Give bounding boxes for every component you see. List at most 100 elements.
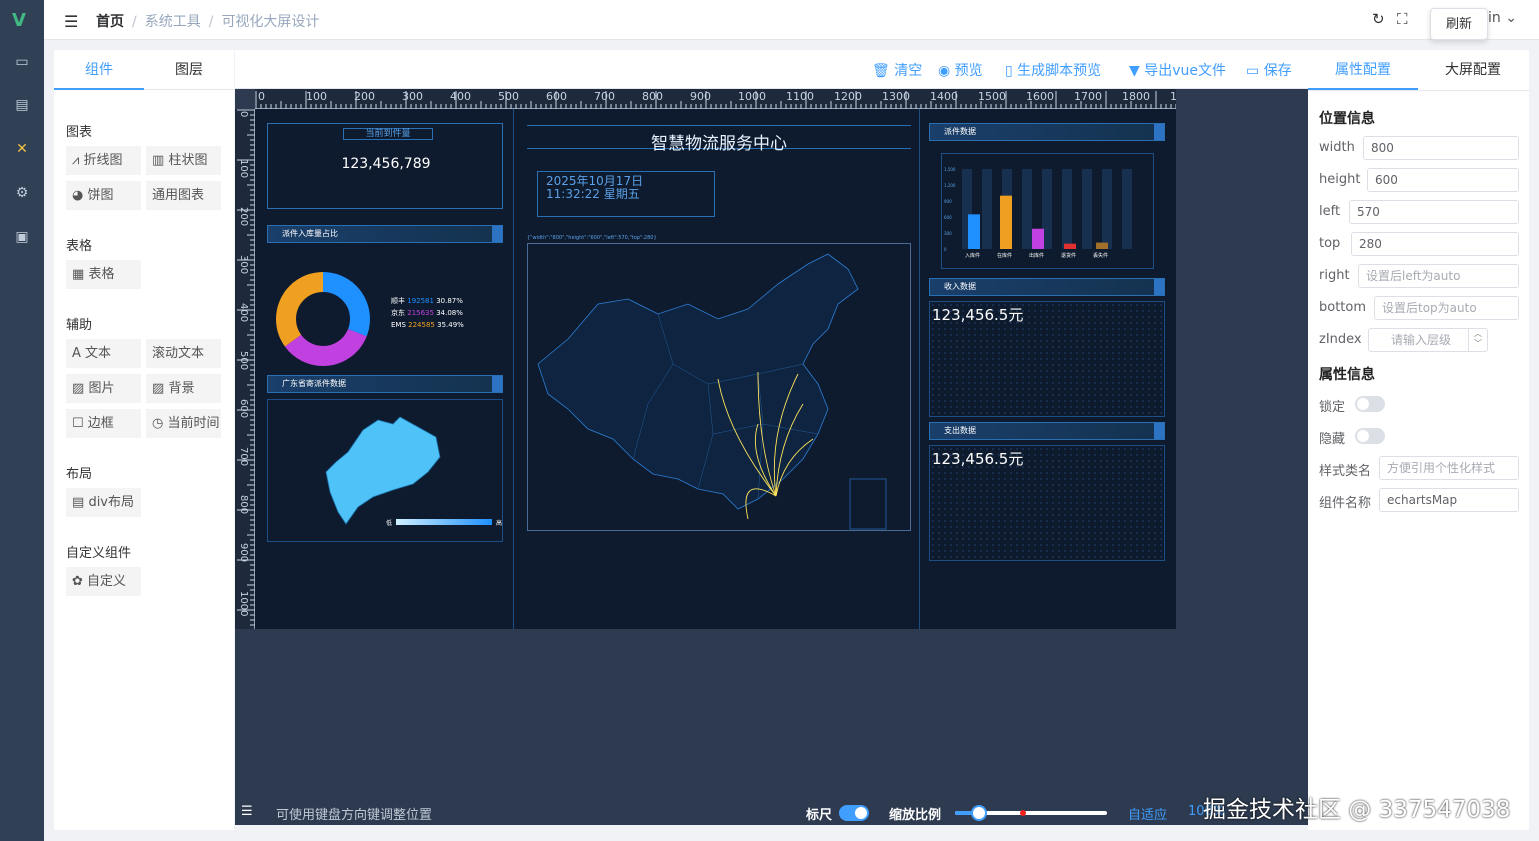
zoom-slider-stop: [1020, 810, 1026, 816]
expense-panel[interactable]: 123,456.5元: [929, 445, 1165, 561]
tab-screen-config[interactable]: 大屏配置: [1418, 50, 1528, 90]
auto-fit-button[interactable]: 自适应: [1128, 804, 1167, 823]
legend-value: 215635: [407, 309, 434, 317]
ruler-x-label: 1100: [786, 90, 814, 103]
item-label: 通用图表: [152, 188, 205, 203]
lock-switch[interactable]: [1355, 396, 1385, 412]
toolbox-icon[interactable]: ▣: [0, 225, 44, 249]
component-current-time[interactable]: ◷ 当前时间: [146, 409, 221, 438]
bottom-input[interactable]: 设置后top为auto: [1374, 296, 1519, 320]
component-border[interactable]: ☐ 边框: [66, 409, 141, 438]
expense-panel-title: 支出数据: [929, 422, 1165, 440]
vertical-ruler[interactable]: 0 100 200 300 400 500 600 700 800 900 1000: [235, 109, 255, 629]
zindex-stepper[interactable]: ︿ ﹀: [1468, 329, 1487, 351]
component-text[interactable]: A 文本: [66, 339, 141, 368]
class-name-input[interactable]: 方便引用个性化样式: [1379, 456, 1519, 480]
hide-switch[interactable]: [1355, 428, 1385, 444]
width-input[interactable]: 800: [1363, 136, 1519, 160]
field-label-top: top: [1319, 236, 1341, 251]
component-div-layout[interactable]: ▤ div布局: [66, 488, 141, 517]
bar-background: [982, 169, 992, 249]
chevron-down-icon[interactable]: ﹀: [1469, 339, 1487, 349]
bar-background: [1102, 169, 1112, 249]
component-table[interactable]: ▦ 表格: [66, 260, 141, 289]
ruler-y-label: 500: [238, 351, 249, 371]
tools-icon[interactable]: ✕: [0, 137, 44, 161]
china-map-selected[interactable]: [527, 243, 911, 531]
gd-legend-high: 高: [496, 520, 503, 527]
bar-mark: [1000, 195, 1012, 249]
item-label: 图片: [88, 381, 115, 396]
save-label: 保存: [1263, 63, 1292, 79]
gd-map-panel[interactable]: 低 高: [267, 399, 503, 542]
tab-layers[interactable]: 图层: [144, 50, 234, 90]
bar-background: [1022, 169, 1032, 249]
component-scroll-text[interactable]: 滚动文本: [146, 339, 221, 368]
breadcrumb-system-tools[interactable]: 系统工具: [145, 14, 201, 30]
table-icon: ▦: [72, 267, 85, 282]
hamburger-icon[interactable]: ☰: [64, 12, 78, 31]
arrived-count-panel[interactable]: 当前到件量 123,456,789: [267, 123, 503, 209]
vue-logo-icon[interactable]: V: [12, 10, 26, 31]
layout-icon: ▤: [72, 495, 85, 510]
tab-property-config[interactable]: 属性配置: [1308, 50, 1418, 90]
component-custom[interactable]: ✿ 自定义: [66, 567, 141, 596]
script-preview-button[interactable]: ▯ 生成脚本预览: [1005, 60, 1101, 80]
gear-icon[interactable]: ⚙: [0, 181, 44, 205]
bar-x-label: 退货件: [1061, 252, 1076, 259]
property-panel: 属性配置 大屏配置 位置信息 width 800 height 600 left…: [1308, 50, 1529, 830]
component-name-input[interactable]: echartsMap: [1379, 488, 1519, 512]
component-common-chart[interactable]: 通用图表: [146, 181, 221, 210]
item-label: 折线图: [83, 153, 123, 168]
horizontal-ruler[interactable]: 0 100 200 300 400 500 600 700 800 900 1000 1100 1200…: [255, 89, 1177, 109]
document-icon[interactable]: ▤: [0, 93, 44, 117]
arrived-count-label: 当前到件量: [343, 128, 433, 140]
component-bar-chart[interactable]: ▥ 柱状图: [146, 146, 221, 175]
bar-y-tick: 0: [944, 247, 947, 252]
export-vue-button[interactable]: ▼ 导出vue文件: [1129, 60, 1226, 80]
breadcrumb-home[interactable]: 首页: [96, 14, 124, 30]
bar-mark: [1096, 242, 1108, 249]
save-icon: ▭: [1246, 63, 1260, 79]
component-image[interactable]: ▨ 图片: [66, 374, 141, 403]
hide-label: 隐藏: [1319, 432, 1346, 447]
zoom-slider-track[interactable]: [955, 805, 1107, 821]
dispatch-bar-panel[interactable]: 1,500 1,200 900 600 300 0 入库件 在库件 出库件 退货件 丢失件: [941, 153, 1154, 269]
ruler-toggle-switch[interactable]: [839, 805, 869, 821]
zoom-slider-handle[interactable]: [971, 805, 987, 821]
user-menu[interactable]: in ⌄: [1488, 10, 1517, 26]
pie-chart-icon: ◕: [72, 188, 84, 203]
field-label-zindex: zIndex: [1319, 332, 1362, 347]
legend-pct: 30.87%: [436, 297, 463, 305]
legend-name: EMS: [391, 321, 406, 329]
reload-icon[interactable]: ↻: [1372, 10, 1385, 28]
income-value: 123,456.5元: [932, 306, 1024, 324]
pie-donut-chart[interactable]: [273, 269, 373, 369]
tab-components[interactable]: 组件: [54, 50, 144, 90]
preview-button[interactable]: ◉ 预览: [938, 60, 983, 80]
ruler-y-label: 600: [238, 399, 249, 419]
clear-button[interactable]: 🗑 清空: [872, 60, 922, 80]
zoom-label: 缩放比例: [889, 808, 942, 823]
breadcrumb-current: 可视化大屏设计: [221, 14, 320, 30]
top-input[interactable]: 280: [1351, 232, 1519, 256]
left-input[interactable]: 570: [1349, 200, 1519, 224]
component-background[interactable]: ▨ 背景: [146, 374, 221, 403]
bar-x-label: 入库件: [965, 252, 980, 259]
right-input[interactable]: 设置后left为auto: [1358, 264, 1519, 288]
fullscreen-icon[interactable]: ⛶: [1397, 10, 1408, 28]
column-divider: [513, 109, 514, 629]
chevron-down-icon: ⌄: [1505, 10, 1517, 26]
datetime-panel[interactable]: 2025年10月17日 11:32:22 星期五: [537, 171, 715, 217]
monitor-icon[interactable]: ▭: [0, 50, 44, 74]
component-line-chart[interactable]: ⩘ 折线图: [66, 146, 141, 175]
height-input[interactable]: 600: [1367, 168, 1519, 192]
chevron-up-icon[interactable]: ︿: [1469, 329, 1487, 339]
gd-panel-title: 广东省寄派件数据: [267, 375, 503, 393]
dashboard-screen[interactable]: 当前到件量 123,456,789 派件入库量占比 顺丰 192581 30.8…: [255, 109, 1176, 629]
list-icon[interactable]: ☰: [241, 804, 253, 819]
component-pie-chart[interactable]: ◕ 饼图: [66, 181, 141, 210]
item-label: 边框: [87, 416, 114, 431]
income-panel[interactable]: 123,456.5元: [929, 301, 1165, 417]
save-button[interactable]: ▭ 保存: [1246, 60, 1292, 80]
